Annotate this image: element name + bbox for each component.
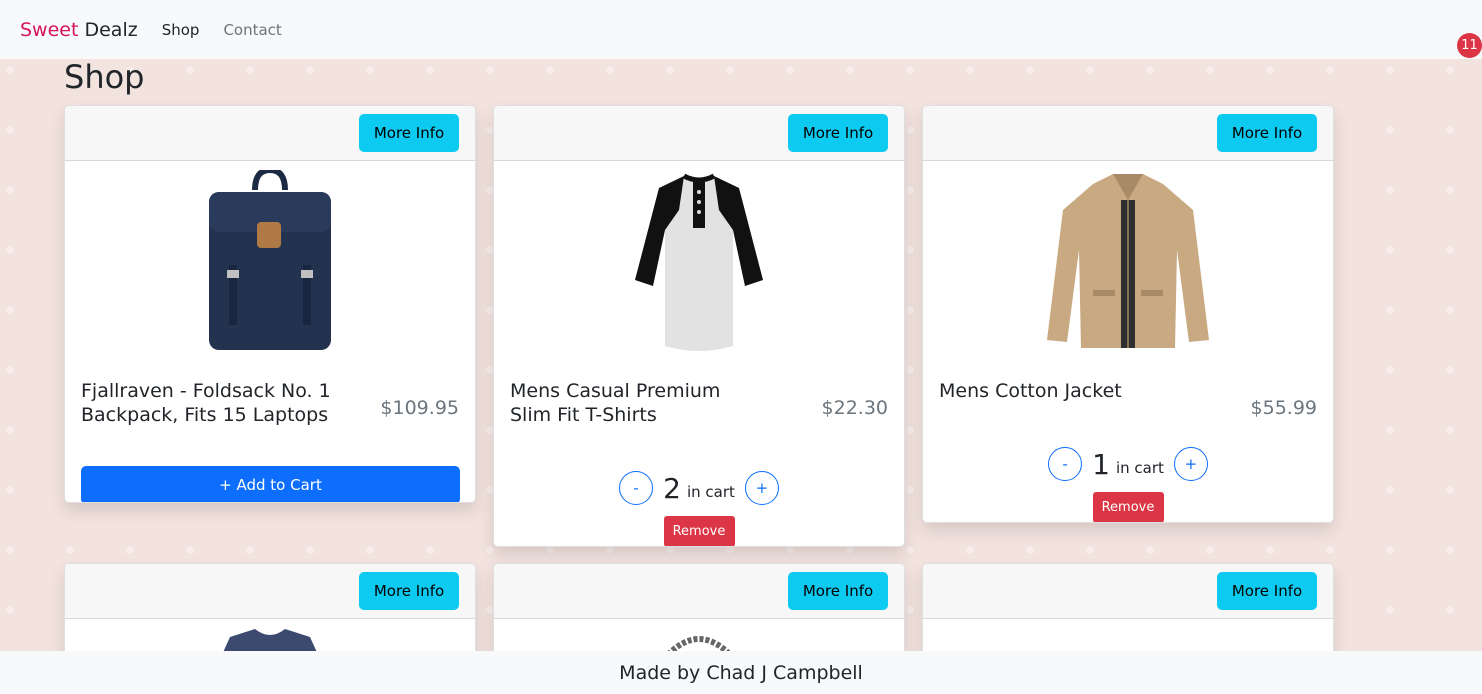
card-body: Fjallraven - Foldsack No. 1 Backpack, Fi… <box>65 379 475 449</box>
card-body: Mens Casual Premium Slim Fit T-Shirts $2… <box>494 379 904 449</box>
jacket-image <box>1047 174 1209 348</box>
product-title: Mens Casual Premium Slim Fit T-Shirts <box>510 380 721 426</box>
quantity-value: 2 <box>663 471 681 505</box>
more-info-button[interactable]: More Info <box>359 114 459 152</box>
product-title: Mens Cotton Jacket <box>939 380 1122 402</box>
brand-part-sweet: Sweet <box>20 18 79 41</box>
add-to-cart-button[interactable]: + Add to Cart <box>81 466 460 502</box>
remove-button[interactable]: Remove <box>1092 492 1164 522</box>
quantity-label: in cart <box>1115 459 1164 477</box>
card-header: More Info <box>923 106 1333 161</box>
more-info-button[interactable]: More Info <box>359 572 459 610</box>
product-image <box>65 161 475 361</box>
brand-part-dealz: Dealz <box>84 18 138 41</box>
product-price: $109.95 <box>380 397 459 419</box>
card-body: Mens Cotton Jacket $55.99 <box>923 379 1333 425</box>
quantity-row: - 2 in cart + <box>494 471 904 505</box>
more-info-button[interactable]: More Info <box>1217 114 1317 152</box>
increment-button[interactable]: + <box>744 471 779 505</box>
product-price: $55.99 <box>1250 397 1317 419</box>
product-price: $22.30 <box>821 397 888 419</box>
card-header: More Info <box>923 564 1333 619</box>
footer-text: Made by Chad J Campbell <box>619 661 863 684</box>
backpack-image <box>209 170 331 350</box>
product-title: Fjallraven - Foldsack No. 1 Backpack, Fi… <box>81 380 331 426</box>
card-header: More Info <box>494 106 904 161</box>
card-header: More Info <box>65 106 475 161</box>
card-header: More Info <box>65 564 475 619</box>
nav-contact-link[interactable]: Contact <box>223 21 281 39</box>
footer: Made by Chad J Campbell <box>0 651 1482 694</box>
brand-logo[interactable]: Sweet Dealz <box>20 19 138 41</box>
decrement-button[interactable]: - <box>619 471 654 505</box>
more-info-button[interactable]: More Info <box>788 572 888 610</box>
nav-shop-link[interactable]: Shop <box>162 21 200 39</box>
page-title: Shop <box>64 58 145 96</box>
quantity-value: 1 <box>1092 447 1110 481</box>
product-image <box>923 161 1333 361</box>
tshirt-image <box>635 173 763 351</box>
product-image <box>494 161 904 361</box>
product-card: More Info Fjallraven - Foldsack No. 1 Ba… <box>64 105 476 503</box>
quantity-row: - 1 in cart + <box>923 447 1333 481</box>
product-card: More Info Mens Cotton Jacket $55.99 - 1 … <box>922 105 1334 523</box>
more-info-button[interactable]: More Info <box>1217 572 1317 610</box>
navbar: Sweet Dealz Shop Contact <box>0 0 1482 59</box>
remove-button[interactable]: Remove <box>663 516 735 546</box>
more-info-button[interactable]: More Info <box>788 114 888 152</box>
product-card: More Info Mens Casual Premium Slim Fit T… <box>493 105 905 547</box>
decrement-button[interactable]: - <box>1048 447 1083 481</box>
increment-button[interactable]: + <box>1173 447 1208 481</box>
cart-count-badge: 11 <box>1457 33 1482 58</box>
card-header: More Info <box>494 564 904 619</box>
quantity-label: in cart <box>686 483 735 501</box>
